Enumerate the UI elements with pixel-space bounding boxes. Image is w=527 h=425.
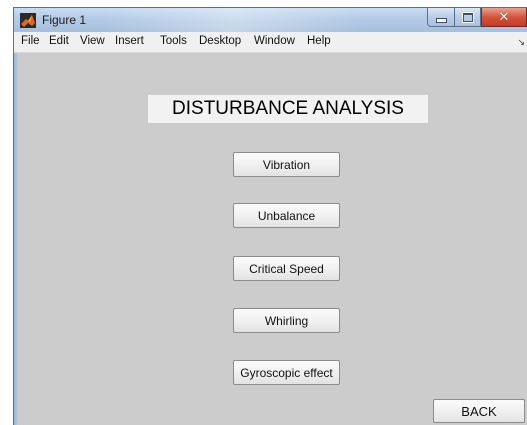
window-controls: ✕ [427, 8, 527, 28]
maximize-button[interactable] [454, 8, 481, 27]
gyroscopic-effect-button[interactable]: Gyroscopic effect [233, 360, 340, 385]
close-button[interactable]: ✕ [481, 8, 527, 27]
menu-tools[interactable]: Tools [160, 35, 187, 47]
menu-help[interactable]: Help [307, 35, 331, 47]
menu-bar: File Edit View Insert Tools Desktop Wind… [14, 32, 527, 53]
page-title: DISTURBANCE ANALYSIS [148, 95, 428, 123]
window-title: Figure 1 [42, 13, 87, 27]
matlab-icon [20, 13, 36, 28]
menu-desktop[interactable]: Desktop [199, 35, 241, 47]
title-bar-glass [104, 8, 364, 32]
whirling-button[interactable]: Whirling [233, 308, 340, 333]
title-bar[interactable]: Figure 1 ✕ [14, 8, 527, 32]
minimize-button[interactable] [427, 8, 454, 27]
menu-view[interactable]: View [80, 35, 105, 47]
menu-edit[interactable]: Edit [49, 35, 69, 47]
menu-file[interactable]: File [21, 35, 40, 47]
chevron-right-icon[interactable]: ↘ [517, 37, 525, 48]
back-button[interactable]: BACK [433, 399, 525, 423]
figure-window: Figure 1 ✕ File Edit View Insert Tools D… [13, 7, 527, 425]
maximize-icon [461, 11, 474, 23]
minimize-icon [435, 17, 447, 23]
menu-insert[interactable]: Insert [115, 35, 144, 47]
unbalance-button[interactable]: Unbalance [233, 203, 340, 228]
close-icon: ✕ [498, 9, 510, 25]
figure-client-area: DISTURBANCE ANALYSIS Vibration Unbalance… [18, 53, 527, 425]
menu-window[interactable]: Window [254, 35, 295, 47]
critical-speed-button[interactable]: Critical Speed [233, 256, 340, 281]
vibration-button[interactable]: Vibration [233, 152, 340, 177]
